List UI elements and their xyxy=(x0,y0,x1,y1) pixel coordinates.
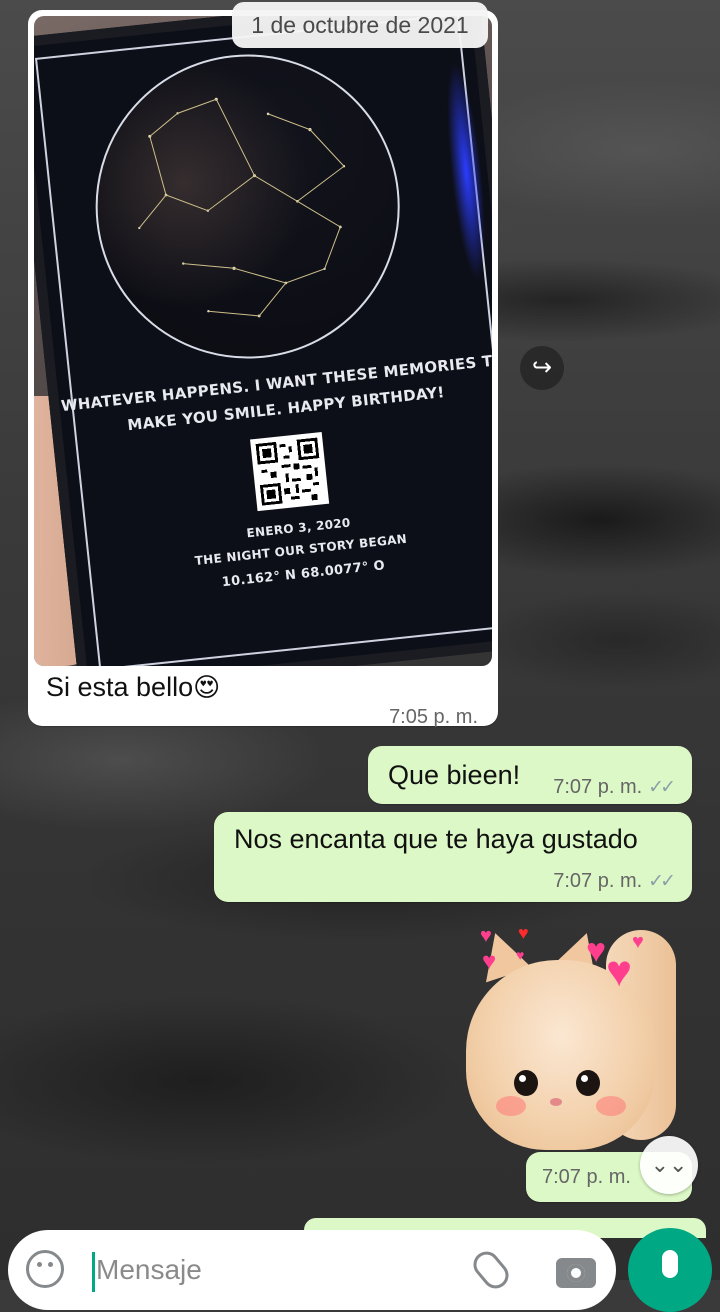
message-time: 7:07 p. m. xyxy=(542,1166,631,1188)
incoming-image-message[interactable]: WHATEVER HAPPENS. I WANT THESE MEMORIES … xyxy=(28,10,498,728)
message-photo[interactable]: WHATEVER HAPPENS. I WANT THESE MEMORIES … xyxy=(34,16,492,666)
mic-icon xyxy=(662,1250,678,1278)
message-composer xyxy=(8,1230,616,1310)
voice-message-button[interactable] xyxy=(628,1228,712,1312)
forward-icon[interactable]: ↪ xyxy=(520,346,564,390)
qr-code xyxy=(250,432,330,512)
heart-icon: ♥ xyxy=(606,947,633,996)
message-time: 7:07 p. m. xyxy=(553,870,643,892)
heart-eyes-emoji-icon: 😍 xyxy=(193,672,221,702)
cat-hearts-sticker[interactable]: ♥ ♥ ♥ ♥ ♥ ♥ ♥ xyxy=(456,920,690,1160)
message-meta: 7:07 p. m. ✓✓ xyxy=(553,776,676,799)
star-map-circle xyxy=(80,39,415,374)
read-ticks-icon: ✓✓ xyxy=(648,777,676,798)
message-text: Nos encanta que te haya gustado xyxy=(234,824,638,854)
outgoing-message[interactable]: Nos encanta que te haya gustado 7:07 p. … xyxy=(214,812,692,902)
outgoing-message[interactable]: Que bieen! 7:07 p. m. ✓✓ xyxy=(368,746,692,804)
caption-text: Si esta bello xyxy=(46,672,194,702)
message-time: 7:07 p. m. xyxy=(553,776,643,798)
star-map-frame: WHATEVER HAPPENS. I WANT THESE MEMORIES … xyxy=(34,16,492,666)
emoji-icon[interactable] xyxy=(26,1250,64,1288)
heart-icon: ♥ xyxy=(632,931,644,953)
paperclip-icon[interactable] xyxy=(468,1246,514,1294)
message-meta: 7:07 p. m. ✓✓ xyxy=(553,870,676,893)
date-chip: 1 de octubre de 2021 xyxy=(232,2,488,48)
message-caption: Si esta bello😍 xyxy=(46,672,220,703)
heart-icon: ♥ xyxy=(586,932,607,970)
heart-icon: ♥ xyxy=(516,947,525,963)
heart-icon: ♥ xyxy=(480,925,492,947)
text-cursor xyxy=(92,1252,95,1292)
camera-icon[interactable] xyxy=(556,1258,596,1288)
message-time: 7:05 p. m. xyxy=(389,706,478,728)
message-input[interactable] xyxy=(96,1248,456,1292)
message-text: Que bieen! xyxy=(388,760,521,790)
heart-icon: ♥ xyxy=(482,948,497,975)
read-ticks-icon: ✓✓ xyxy=(648,871,676,892)
heart-icon: ♥ xyxy=(518,923,529,943)
scroll-down-icon[interactable]: ⌄⌄ xyxy=(640,1136,698,1194)
